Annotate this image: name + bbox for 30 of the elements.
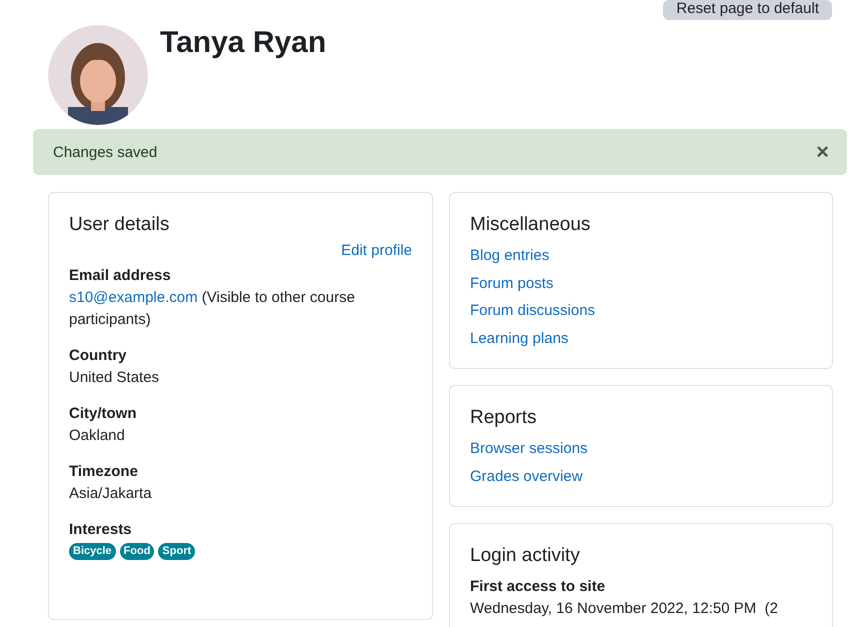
- field-label: First access to site: [470, 577, 606, 597]
- card-link[interactable]: Browser sessions: [470, 435, 812, 462]
- interest-tag[interactable]: Bicycle: [69, 543, 116, 560]
- field-value: Oakland: [69, 426, 126, 446]
- field-label: Country: [69, 346, 128, 366]
- close-button[interactable]: ×: [816, 139, 829, 165]
- card-title: Login activity: [470, 544, 581, 568]
- email-link[interactable]: s10@example.com: [69, 289, 198, 306]
- card-link[interactable]: Forum posts: [470, 270, 812, 297]
- card-link[interactable]: Learning plans: [470, 324, 812, 352]
- field-label: Timezone: [69, 462, 139, 482]
- card-link[interactable]: Blog entries: [470, 242, 812, 270]
- card-title: Miscellaneous: [470, 213, 592, 237]
- interest-tag[interactable]: Sport: [158, 543, 196, 560]
- card-link[interactable]: Forum discussions: [470, 297, 812, 324]
- field-value: s10@example.com (Visible to other course participants): [69, 288, 356, 330]
- field-value: Wednesday, 16 November 2022, 12:50 PM (2: [470, 599, 779, 619]
- reset-page-button[interactable]: Reset page to default: [663, 0, 832, 20]
- field-value: Asia/Jakarta: [69, 484, 153, 504]
- card-link[interactable]: Grades overview: [470, 462, 812, 490]
- edit-profile-link[interactable]: Edit profile: [341, 242, 412, 259]
- alert-message: Changes saved: [53, 144, 158, 160]
- card-title: Reports: [470, 406, 538, 430]
- field-label: Interests: [69, 520, 133, 540]
- card-title: User details: [69, 213, 170, 237]
- field-label: City/town: [69, 404, 138, 424]
- interest-tag[interactable]: Food: [120, 543, 154, 560]
- field-value: United States: [69, 368, 160, 388]
- user-name: Tanya Ryan: [160, 27, 326, 61]
- field-label: Email address: [69, 266, 172, 286]
